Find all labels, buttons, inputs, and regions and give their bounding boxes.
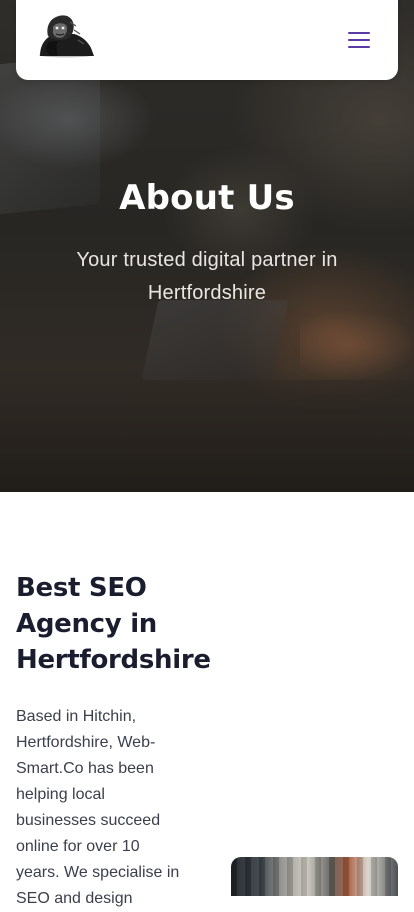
section-body-text: Based in Hitchin, Hertfordshire, Web-Sma… bbox=[16, 708, 180, 907]
gorilla-logo-icon[interactable] bbox=[34, 12, 96, 58]
gorilla-logo-graphic bbox=[39, 15, 94, 58]
page-title: About Us bbox=[119, 178, 295, 218]
office-photo bbox=[231, 857, 398, 896]
section-heading: Best SEO Agency in Hertfordshire bbox=[16, 573, 211, 675]
hamburger-menu-icon[interactable] bbox=[346, 28, 372, 52]
hero-subtitle: Your trusted digital partner in Hertford… bbox=[76, 249, 338, 304]
site-header bbox=[16, 0, 398, 80]
